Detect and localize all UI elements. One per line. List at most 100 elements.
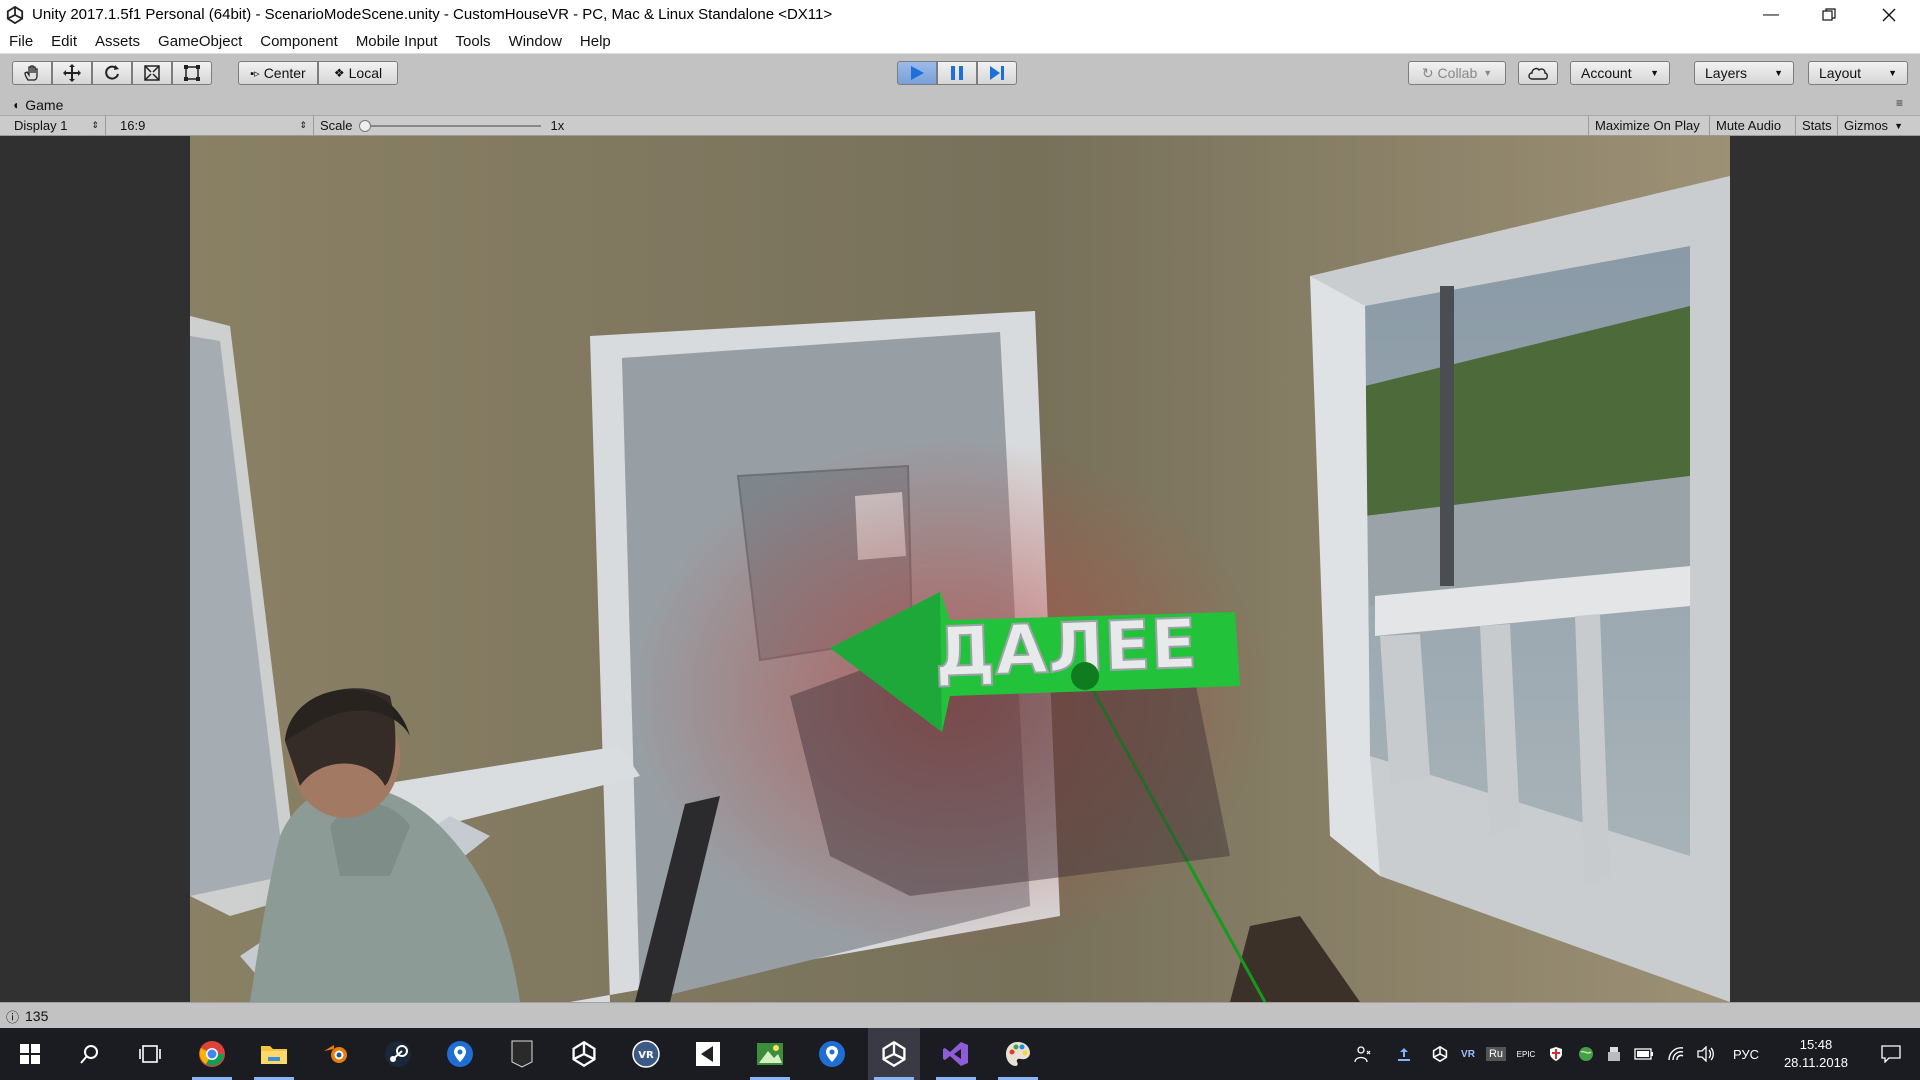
layers-dropdown[interactable]: Layers ▼ — [1694, 61, 1794, 85]
play-button[interactable] — [897, 61, 937, 85]
tray-item-unity[interactable] — [1428, 1028, 1452, 1080]
rect-tool-button[interactable] — [172, 61, 212, 85]
taskbar-app-maps-2[interactable] — [806, 1028, 858, 1080]
step-button[interactable] — [977, 61, 1017, 85]
tray-item-vr[interactable]: VR — [1456, 1028, 1480, 1080]
gizmos-dropdown[interactable]: Gizmos ▼ — [1838, 116, 1914, 135]
maps-pin-icon — [819, 1041, 845, 1067]
hand-tool-button[interactable] — [12, 61, 52, 85]
layout-dropdown[interactable]: Layout ▼ — [1808, 61, 1908, 85]
tray-item-epic[interactable]: EPIC — [1514, 1028, 1538, 1080]
taskbar-app-maps[interactable] — [434, 1028, 486, 1080]
scale-slider-thumb[interactable] — [358, 119, 371, 132]
taskbar-app-explorer[interactable] — [248, 1028, 300, 1080]
status-bar: ⓘ 135 — [0, 1002, 1920, 1029]
toggle-label: Stats — [1802, 118, 1832, 133]
close-button[interactable] — [1860, 0, 1918, 29]
toggle-stats[interactable]: Stats — [1796, 116, 1838, 135]
cloud-button[interactable] — [1518, 61, 1558, 85]
menu-file[interactable]: File — [0, 33, 42, 50]
tray-item-ru[interactable]: Ru — [1484, 1028, 1508, 1080]
menu-edit[interactable]: Edit — [42, 33, 86, 50]
scale-tool-button[interactable] — [132, 61, 172, 85]
menu-mobile-input[interactable]: Mobile Input — [347, 33, 447, 50]
menu-gameobject[interactable]: GameObject — [149, 33, 251, 50]
usb-drive-icon — [1608, 1047, 1620, 1061]
tab-game[interactable]: ◖ Game — [6, 95, 71, 114]
taskbar-app-vr[interactable]: VR — [620, 1028, 672, 1080]
shield-icon — [1550, 1047, 1562, 1061]
file-explorer-icon — [261, 1046, 287, 1064]
title-bar: Unity 2017.1.5f1 Personal (64bit) - Scen… — [0, 0, 1920, 29]
move-tool-button[interactable] — [52, 61, 92, 85]
blender-icon — [324, 1045, 347, 1063]
menu-component[interactable]: Component — [251, 33, 347, 50]
unity-logo-icon — [6, 5, 24, 24]
taskbar-app-unity-active[interactable] — [868, 1028, 920, 1080]
taskbar-app-steam[interactable] — [372, 1028, 424, 1080]
tray-item-wifi[interactable] — [1664, 1028, 1688, 1080]
taskbar-app-paint[interactable] — [992, 1028, 1044, 1080]
tray-item-usb[interactable] — [1602, 1028, 1626, 1080]
tray-item-security[interactable] — [1544, 1028, 1568, 1080]
minimize-button[interactable]: — — [1742, 0, 1800, 29]
pause-button[interactable] — [937, 61, 977, 85]
local-space-icon: ❖ — [333, 66, 345, 80]
action-center-button[interactable] — [1866, 1028, 1916, 1080]
tray-clock[interactable]: 15:48 28.11.2018 — [1768, 1028, 1864, 1080]
layers-label: Layers — [1705, 65, 1748, 81]
windows-start-icon — [20, 1044, 40, 1064]
cloud-icon — [1528, 67, 1548, 80]
menu-window[interactable]: Window — [500, 33, 571, 50]
taskbar-app-epic-games[interactable] — [496, 1028, 548, 1080]
rotate-tool-icon — [105, 65, 119, 80]
account-label: Account — [1581, 65, 1632, 81]
toggle-mute-audio[interactable]: Mute Audio — [1710, 116, 1796, 135]
image-editor-icon — [757, 1043, 783, 1065]
tray-item-green[interactable] — [1574, 1028, 1598, 1080]
language-label: РУС — [1732, 1046, 1760, 1062]
unity-icon — [1432, 1046, 1448, 1062]
toggle-maximize-on-play[interactable]: Maximize On Play — [1588, 116, 1710, 135]
menu-tools[interactable]: Tools — [447, 33, 500, 50]
tray-item-network-share[interactable] — [1392, 1028, 1416, 1080]
collab-button[interactable]: ↻ Collab ▼ — [1408, 61, 1506, 85]
tray-language[interactable]: РУС — [1726, 1028, 1766, 1080]
step-icon — [990, 66, 1004, 80]
pivot-local-button[interactable]: ❖ Local — [318, 61, 398, 85]
pivot-label: Center — [263, 65, 306, 81]
taskbar-app-visual-studio[interactable] — [930, 1028, 982, 1080]
vr-icon-text: VR — [638, 1050, 654, 1061]
tray-item-volume[interactable] — [1694, 1028, 1718, 1080]
taskbar-app-unity-hub[interactable] — [682, 1028, 734, 1080]
start-button[interactable] — [4, 1028, 56, 1080]
aspect-dropdown[interactable]: 16:9 ⇕ — [114, 116, 314, 135]
menu-help[interactable]: Help — [571, 33, 620, 50]
scale-value: 1x — [550, 118, 565, 133]
scale-slider-track[interactable] — [358, 119, 541, 132]
menu-assets[interactable]: Assets — [86, 33, 149, 50]
taskbar-app-unity[interactable] — [558, 1028, 610, 1080]
arrow-label: ДАЛЕЕ — [933, 605, 1198, 693]
maps-pin-icon — [447, 1041, 473, 1067]
minimize-icon: — — [1763, 5, 1779, 23]
tray-item-battery[interactable] — [1632, 1028, 1656, 1080]
layout-label: Layout — [1819, 65, 1862, 81]
taskbar-app-blender[interactable] — [310, 1028, 362, 1080]
rotate-tool-button[interactable] — [92, 61, 132, 85]
people-button[interactable] — [1348, 1028, 1378, 1080]
pivot-center-button[interactable]: ▪▹ Center — [238, 61, 318, 85]
steam-icon — [385, 1041, 411, 1067]
panel-menu-icon[interactable]: ≡ — [1896, 96, 1903, 110]
display-dropdown[interactable]: Display 1 ⇕ — [8, 116, 106, 135]
task-view-button[interactable] — [124, 1028, 176, 1080]
account-dropdown[interactable]: Account ▼ — [1570, 61, 1670, 85]
taskbar-app-chrome[interactable] — [186, 1028, 238, 1080]
task-view-icon — [139, 1045, 161, 1063]
search-button[interactable] — [64, 1028, 116, 1080]
game-scene-render[interactable]: ДАЛЕЕ — [190, 136, 1730, 1002]
restore-button[interactable] — [1800, 0, 1858, 29]
collab-icon: ↻ — [1421, 64, 1434, 81]
chevron-down-icon: ▼ — [1894, 120, 1903, 131]
taskbar-app-image-editor[interactable] — [744, 1028, 796, 1080]
